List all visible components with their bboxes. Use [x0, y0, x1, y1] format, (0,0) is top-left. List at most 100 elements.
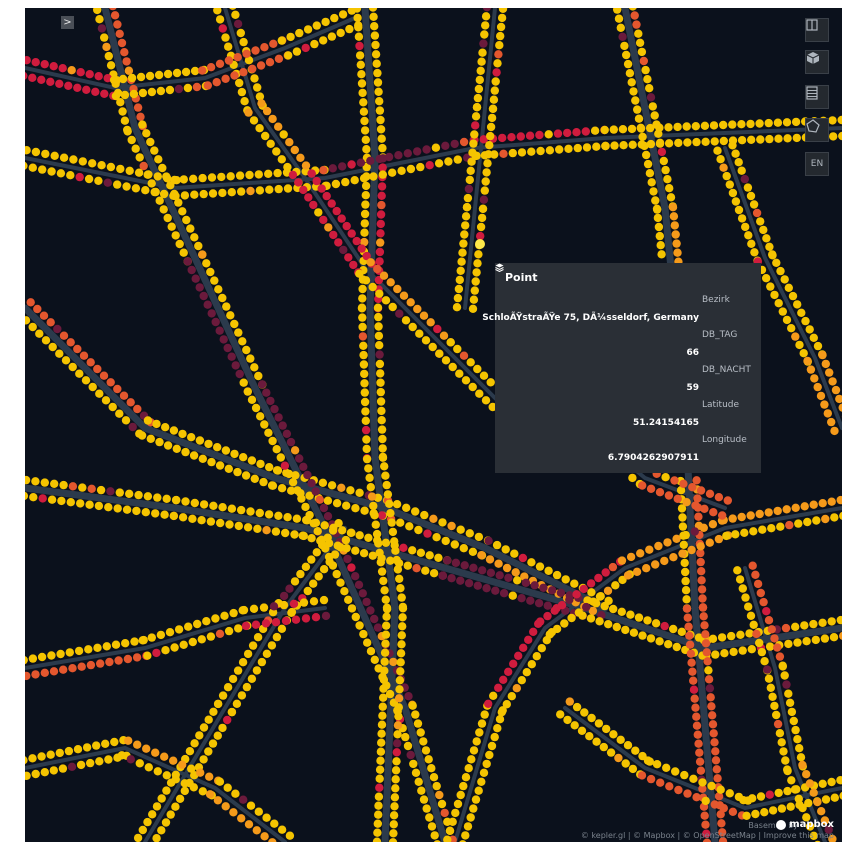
data-point[interactable] — [681, 530, 690, 540]
data-point[interactable] — [451, 808, 460, 818]
data-point[interactable] — [358, 294, 367, 303]
data-point[interactable] — [377, 182, 387, 191]
data-point[interactable] — [385, 499, 394, 508]
data-point[interactable] — [227, 707, 237, 717]
data-point[interactable] — [152, 648, 161, 658]
data-point[interactable] — [161, 423, 170, 432]
data-point[interactable] — [473, 93, 483, 103]
data-point[interactable] — [281, 528, 290, 538]
data-point[interactable] — [645, 169, 655, 178]
data-point[interactable] — [507, 692, 516, 701]
data-point[interactable] — [764, 616, 774, 625]
data-point[interactable] — [356, 60, 365, 69]
data-point[interactable] — [361, 276, 371, 285]
data-point[interactable] — [768, 250, 777, 259]
data-point[interactable] — [630, 11, 639, 20]
data-point[interactable] — [359, 107, 369, 116]
data-point[interactable] — [419, 737, 428, 746]
data-point[interactable] — [524, 635, 533, 644]
data-point[interactable] — [493, 59, 502, 68]
data-point[interactable] — [775, 729, 785, 738]
data-point[interactable] — [187, 764, 196, 773]
data-point[interactable] — [29, 493, 38, 502]
data-point[interactable] — [417, 786, 426, 795]
data-point[interactable] — [462, 203, 472, 212]
data-point[interactable] — [570, 579, 579, 588]
data-point[interactable] — [818, 779, 827, 788]
data-point[interactable] — [227, 188, 236, 197]
data-point[interactable] — [749, 200, 759, 209]
data-point[interactable] — [697, 567, 706, 576]
data-point[interactable] — [133, 103, 143, 112]
data-point[interactable] — [172, 444, 181, 453]
data-point[interactable] — [195, 731, 204, 740]
data-point[interactable] — [746, 611, 756, 620]
data-point[interactable] — [277, 155, 286, 164]
data-point[interactable] — [50, 479, 59, 488]
data-point[interactable] — [476, 66, 485, 75]
data-point[interactable] — [206, 517, 216, 526]
data-point[interactable] — [25, 475, 31, 485]
data-point[interactable] — [351, 612, 360, 622]
data-point[interactable] — [266, 139, 275, 148]
data-point[interactable] — [631, 746, 640, 755]
data-point[interactable] — [498, 8, 508, 13]
data-point[interactable] — [360, 397, 370, 407]
data-point[interactable] — [376, 387, 385, 397]
data-point[interactable] — [456, 790, 465, 800]
data-point[interactable] — [379, 675, 389, 684]
data-point[interactable] — [723, 496, 732, 505]
data-point[interactable] — [396, 518, 405, 527]
data-point[interactable] — [242, 345, 251, 355]
data-point[interactable] — [628, 140, 637, 149]
data-point[interactable] — [714, 493, 724, 502]
data-point[interactable] — [393, 565, 403, 574]
data-point[interactable] — [376, 378, 385, 387]
data-point[interactable] — [270, 404, 279, 414]
data-point[interactable] — [764, 118, 773, 128]
data-point[interactable] — [247, 456, 257, 465]
data-point[interactable] — [481, 396, 491, 405]
data-point[interactable] — [798, 803, 807, 813]
data-point[interactable] — [190, 498, 199, 508]
data-point[interactable] — [502, 563, 512, 573]
data-point[interactable] — [587, 713, 596, 723]
data-point[interactable] — [332, 569, 341, 579]
data-point[interactable] — [254, 807, 263, 816]
data-point[interactable] — [192, 82, 202, 92]
data-point[interactable] — [823, 409, 832, 418]
data-point[interactable] — [378, 702, 387, 711]
data-point[interactable] — [836, 776, 842, 785]
data-point[interactable] — [260, 43, 269, 52]
data-point[interactable] — [314, 572, 323, 581]
data-point[interactable] — [396, 584, 405, 593]
data-point[interactable] — [719, 136, 728, 146]
data-point[interactable] — [207, 173, 217, 182]
data-point[interactable] — [793, 300, 802, 309]
data-point[interactable] — [236, 28, 245, 38]
data-point[interactable] — [229, 808, 238, 817]
data-point[interactable] — [276, 453, 285, 462]
data-point[interactable] — [56, 169, 66, 178]
data-point[interactable] — [492, 68, 501, 77]
data-point[interactable] — [473, 364, 482, 374]
data-point[interactable] — [332, 499, 342, 508]
data-point[interactable] — [217, 172, 226, 182]
data-point[interactable] — [766, 683, 775, 692]
data-point[interactable] — [59, 331, 69, 340]
data-point[interactable] — [616, 735, 625, 744]
data-point[interactable] — [244, 108, 253, 117]
data-point[interactable] — [455, 275, 464, 285]
data-point[interactable] — [776, 522, 785, 531]
data-point[interactable] — [183, 257, 192, 266]
data-point[interactable] — [478, 566, 487, 575]
data-point[interactable] — [710, 738, 719, 747]
data-point[interactable] — [529, 627, 538, 636]
data-point[interactable] — [466, 813, 475, 822]
data-point[interactable] — [685, 631, 694, 640]
data-point[interactable] — [433, 840, 441, 842]
data-point[interactable] — [664, 640, 673, 649]
data-point[interactable] — [802, 637, 811, 646]
data-point[interactable] — [478, 48, 487, 57]
data-point[interactable] — [806, 365, 816, 374]
